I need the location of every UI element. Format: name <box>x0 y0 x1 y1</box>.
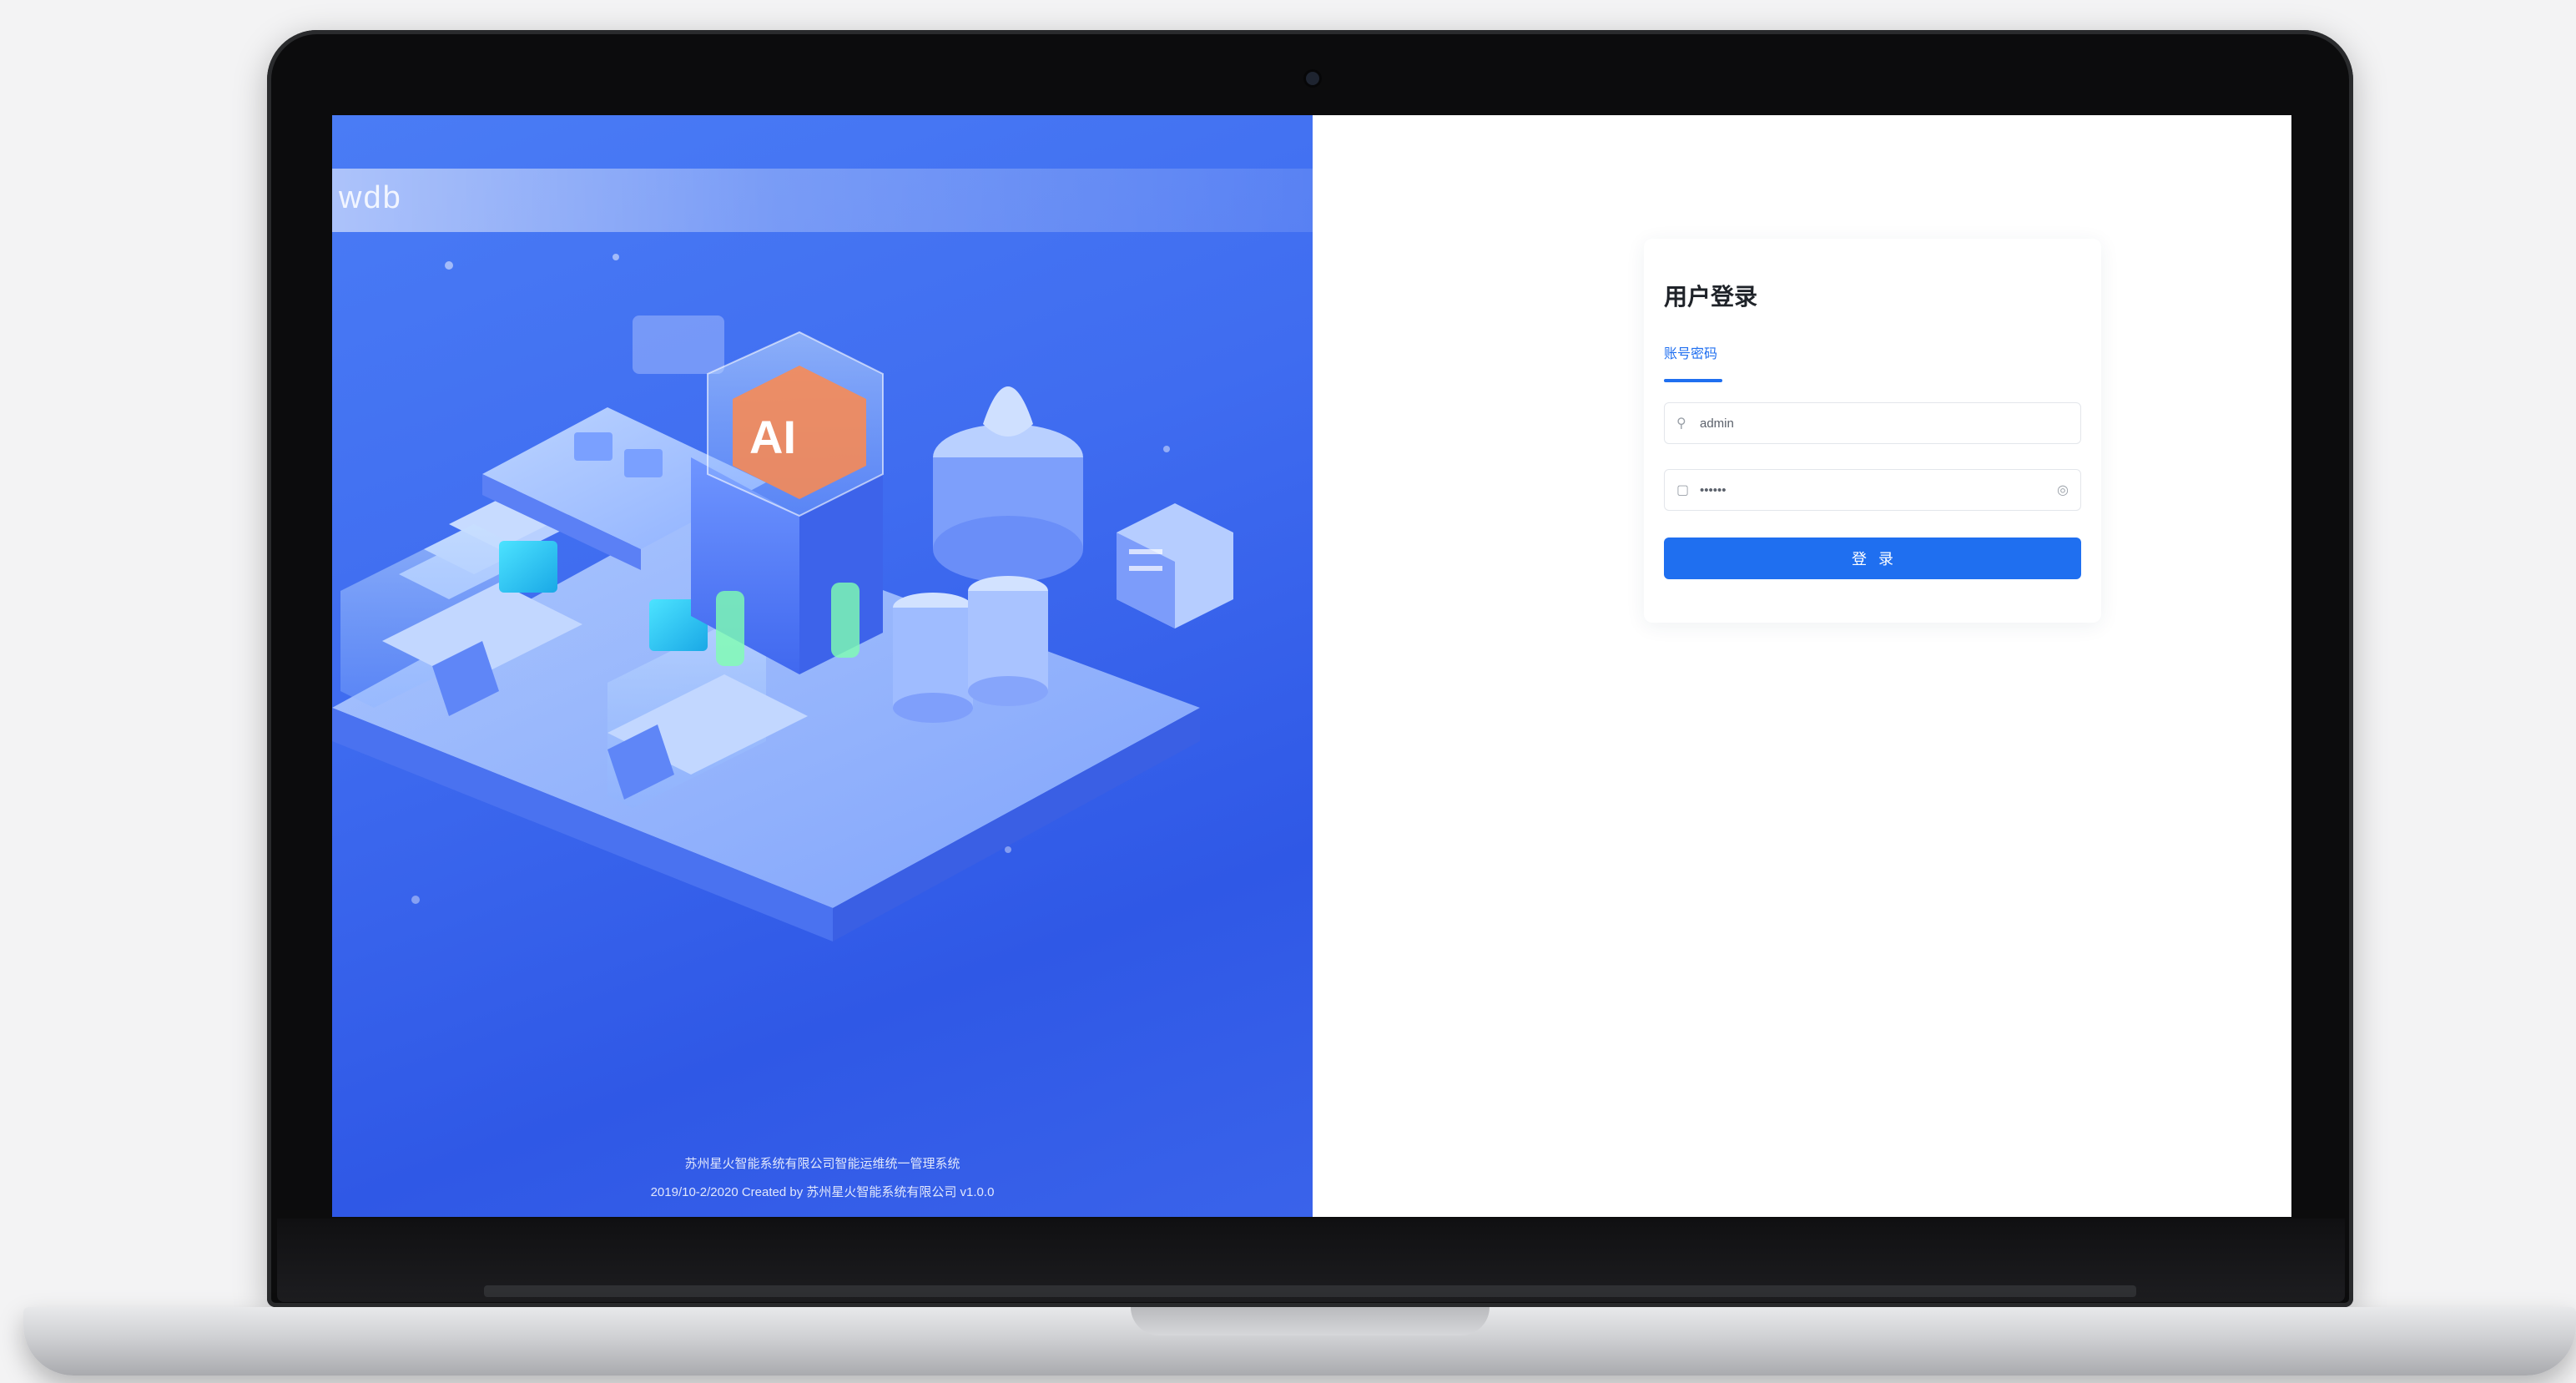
sparkle <box>612 254 619 260</box>
logo-bar: wdb <box>332 169 1313 232</box>
pedestal-bottom <box>933 516 1083 583</box>
upper-monitor <box>574 432 612 461</box>
brand-logo: wdb <box>339 180 402 215</box>
hero-panel: wdb AI 苏州星火智能系统有限公司智能运维统一管理系统 2019/10-2/… <box>332 115 1313 1217</box>
datacenter-illustration: AI <box>332 254 1233 941</box>
tab-active-indicator <box>1664 379 1722 382</box>
login-title: 用户登录 <box>1664 284 1758 310</box>
lock-icon: ▢ <box>1676 483 1690 497</box>
sparkle <box>1005 846 1011 853</box>
login-button[interactable]: 登录 <box>1664 538 2081 579</box>
footer-company-line: 苏州星火智能系统有限公司智能运维统一管理系统 <box>684 1157 960 1171</box>
password-value: •••••• <box>1700 482 1727 497</box>
hero-footer: 苏州星火智能系统有限公司智能运维统一管理系统 2019/10-2/2020 Cr… <box>332 1150 1313 1207</box>
sparkle <box>411 896 420 904</box>
ai-cube-label: AI <box>749 411 796 463</box>
monitor-screen <box>499 541 557 593</box>
username-value: admin <box>1700 416 1734 431</box>
hologram-screen <box>633 315 724 374</box>
laptop-hinge <box>484 1285 2136 1297</box>
data-cylinder <box>893 693 973 723</box>
laptop-base-notch <box>1131 1307 1490 1335</box>
tab-account-password[interactable]: 账号密码 <box>1664 342 1717 362</box>
user-icon: ⚲ <box>1676 416 1686 431</box>
server-leds <box>1129 566 1162 571</box>
server-leds <box>1129 549 1162 554</box>
login-card: 用户登录 账号密码 ⚲ admin ▢ •••••• ◎ 登录 <box>1644 239 2101 623</box>
password-field[interactable]: ▢ •••••• ◎ <box>1664 469 2081 511</box>
webcam-icon <box>1306 72 1319 85</box>
sparkle <box>445 261 453 270</box>
robot-figure <box>983 386 1033 437</box>
glow-pipe <box>716 591 744 666</box>
glow-pipe <box>831 583 860 658</box>
sparkle <box>1163 446 1170 452</box>
app-screen: wdb AI 苏州星火智能系统有限公司智能运维统一管理系统 2019/10-2/… <box>332 115 2291 1217</box>
username-field[interactable]: ⚲ admin <box>1664 402 2081 444</box>
data-cylinder <box>968 676 1048 706</box>
eye-icon[interactable]: ◎ <box>2057 482 2069 498</box>
footer-copyright-line: 2019/10-2/2020 Created by 苏州星火智能系统有限公司 v… <box>650 1185 995 1199</box>
upper-monitor <box>624 449 663 477</box>
